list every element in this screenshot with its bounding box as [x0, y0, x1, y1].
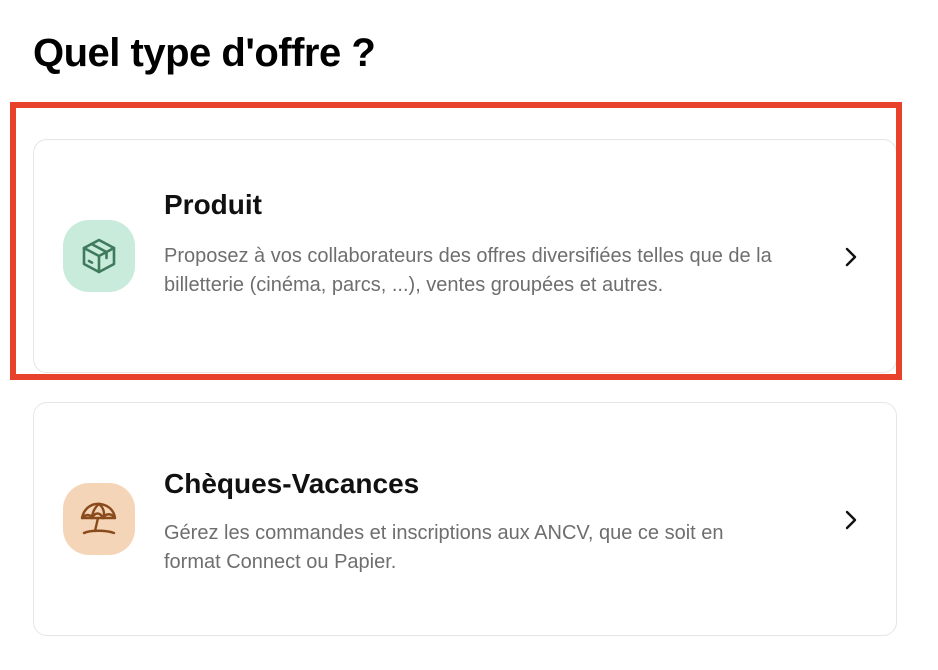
chevron-right-icon	[840, 245, 862, 269]
beach-umbrella-icon	[80, 502, 117, 535]
page: Quel type d'offre ? Produit Proposez à v…	[0, 0, 938, 670]
cheques-vacances-title: Chèques-Vacances	[164, 468, 420, 499]
offer-option-cheques-vacances[interactable]: Chèques-Vacances Gérez les commandes et …	[33, 402, 897, 636]
cheques-vacances-description: Gérez les commandes et inscriptions aux …	[164, 522, 724, 573]
chevron-right-icon	[840, 508, 862, 532]
produit-icon-tile	[63, 220, 135, 292]
offer-option-produit[interactable]: Produit Proposez à vos collaborateurs de…	[33, 139, 897, 373]
page-title: Quel type d'offre ?	[33, 31, 376, 75]
package-box-icon	[82, 238, 116, 274]
cheques-icon-tile	[63, 483, 135, 555]
produit-title: Produit	[164, 189, 262, 220]
produit-description: Proposez à vos collaborateurs des offres…	[164, 245, 772, 296]
